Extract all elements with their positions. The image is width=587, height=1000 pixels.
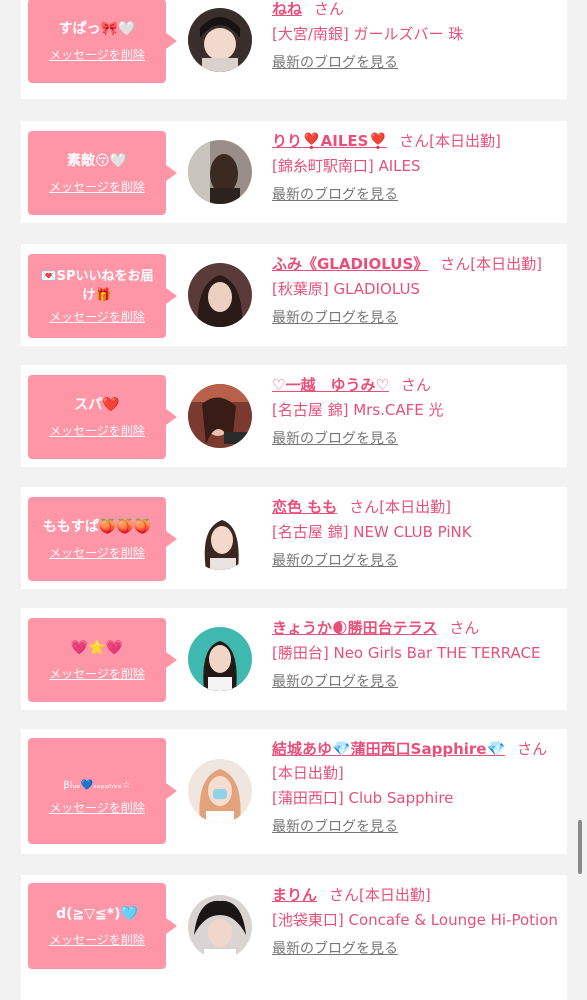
- shop-name: [名古屋 錦] Mrs.CAFE 光: [272, 401, 444, 419]
- honorific: さん: [349, 498, 380, 516]
- shop-name: [秋葉原] GLADIOLUS: [272, 280, 420, 298]
- latest-blog-link[interactable]: 最新のブログを見る: [272, 184, 559, 204]
- shop-name: [大宮/南銀] ガールズバー 珠: [272, 25, 464, 43]
- message-text: 素敵😚🤍: [66, 153, 128, 169]
- latest-blog-link[interactable]: 最新のブログを見る: [272, 428, 559, 448]
- latest-blog-link[interactable]: 最新のブログを見る: [272, 938, 559, 958]
- user-name-link[interactable]: まりん: [272, 886, 317, 904]
- message-bubble: 💌SPいいねをお届け🎁 メッセージを削除: [28, 254, 177, 338]
- user-info: りり❣️AILES❣️ さん[本日出勤] [錦糸町駅南口] AILES 最新のブロ…: [272, 129, 559, 204]
- message-bubble: 💗⭐️💗 メッセージを削除: [28, 618, 177, 702]
- latest-blog-link[interactable]: 最新のブログを見る: [272, 550, 559, 570]
- message-text: 💌SPいいねをお届け🎁: [40, 269, 154, 303]
- attendance-status: [本日出勤]: [272, 764, 344, 782]
- user-name-link[interactable]: ねね: [272, 0, 302, 18]
- user-info: 結城あゆ💎蒲田西口Sapphire💎 さん [本日出勤] [蒲田西口] Club S…: [272, 737, 559, 836]
- message-bubble: スパ❤️ メッセージを削除: [28, 375, 177, 459]
- honorific: さん: [517, 740, 548, 758]
- user-info: ふみ《GLADIOLUS》 さん[本日出勤] [秋葉原] GLADIOLUS 最新…: [272, 252, 559, 327]
- avatar[interactable]: [188, 8, 252, 72]
- attendance-status: [本日出勤]: [429, 132, 501, 150]
- message-text: d(≧▽≦*)🩵: [56, 906, 138, 922]
- user-info: きょうか🌒勝田台テラス さん [勝田台] Neo Girls Bar THE TE…: [272, 616, 559, 691]
- message-text: スパ❤️: [74, 397, 120, 413]
- list-item: 素敵😚🤍 メッセージを削除 りり❣️AILES❣️ さん[本日出勤] [錦糸町駅南…: [21, 121, 567, 223]
- user-name-link[interactable]: ♡一越 ゆうみ♡: [272, 376, 389, 394]
- message-bubble: βlᵤₑ💙ₛₐₚₚₕᵢᵣₑ☆ メッセージを削除: [28, 738, 177, 844]
- user-info: ねね さん [大宮/南銀] ガールズバー 珠 最新のブログを見る: [272, 0, 559, 72]
- avatar[interactable]: [188, 895, 252, 959]
- user-name-link[interactable]: りり❣️AILES❣️: [272, 132, 387, 150]
- honorific: さん: [329, 886, 360, 904]
- delete-message-link[interactable]: メッセージを削除: [49, 46, 145, 63]
- delete-message-link[interactable]: メッセージを削除: [49, 544, 145, 561]
- user-info: まりん さん[本日出勤] [池袋東口] Concafe & Lounge Hi-P…: [272, 883, 559, 958]
- user-name-link[interactable]: ふみ《GLADIOLUS》: [272, 255, 428, 273]
- latest-blog-link[interactable]: 最新のブログを見る: [272, 671, 559, 691]
- honorific: さん: [400, 376, 431, 394]
- delete-message-link[interactable]: メッセージを削除: [49, 931, 145, 948]
- shop-name: [蒲田西口] Club Sapphire: [272, 789, 454, 807]
- delete-message-link[interactable]: メッセージを削除: [49, 422, 145, 439]
- attendance-status: [本日出勤]: [379, 498, 451, 516]
- shop-name: [錦糸町駅南口] AILES: [272, 157, 421, 175]
- avatar[interactable]: [188, 627, 252, 691]
- shop-name: [名古屋 錦] NEW CLUB PiNK: [272, 523, 472, 541]
- delete-message-link[interactable]: メッセージを削除: [49, 665, 145, 682]
- list-item: d(≧▽≦*)🩵 メッセージを削除 まりん さん[本日出勤] [池袋東口] Con…: [21, 875, 567, 1000]
- message-text: すぱっ🎀🤍: [58, 21, 136, 37]
- shop-name: [勝田台] Neo Girls Bar THE TERRACE: [272, 644, 541, 662]
- user-name-link[interactable]: きょうか🌒勝田台テラス: [272, 619, 437, 637]
- latest-blog-link[interactable]: 最新のブログを見る: [272, 307, 559, 327]
- avatar[interactable]: [188, 759, 252, 823]
- honorific: さん: [449, 619, 480, 637]
- honorific: さん: [440, 255, 471, 273]
- message-text: ももすぱ🍑🍑🍑: [42, 519, 152, 535]
- scrollbar[interactable]: [578, 820, 582, 874]
- shop-name: [池袋東口] Concafe & Lounge Hi-Potion: [272, 911, 558, 929]
- attendance-status: [本日出勤]: [470, 255, 543, 273]
- list-item: ももすぱ🍑🍑🍑 メッセージを削除 恋色 もも さん[本日出勤] [名古屋 錦] N…: [21, 487, 567, 589]
- message-bubble: 素敵😚🤍 メッセージを削除: [28, 131, 177, 215]
- honorific: さん: [314, 0, 345, 18]
- avatar[interactable]: [188, 263, 252, 327]
- message-bubble: ももすぱ🍑🍑🍑 メッセージを削除: [28, 497, 177, 581]
- latest-blog-link[interactable]: 最新のブログを見る: [272, 816, 559, 836]
- delete-message-link[interactable]: メッセージを削除: [49, 178, 145, 195]
- attendance-status: [本日出勤]: [359, 886, 431, 904]
- avatar[interactable]: [188, 384, 252, 448]
- user-info: 恋色 もも さん[本日出勤] [名古屋 錦] NEW CLUB PiNK 最新のブ…: [272, 495, 559, 570]
- list-item: βlᵤₑ💙ₛₐₚₚₕᵢᵣₑ☆ メッセージを削除 結城あゆ💎蒲田西口Sapphir…: [21, 729, 567, 854]
- message-text: 💗⭐️💗: [70, 640, 124, 656]
- user-info: ♡一越 ゆうみ♡ さん [名古屋 錦] Mrs.CAFE 光 最新のブログを見る: [272, 373, 559, 448]
- latest-blog-link[interactable]: 最新のブログを見る: [272, 52, 559, 72]
- list-item: スパ❤️ メッセージを削除 ♡一越 ゆうみ♡ さん [名古屋 錦] Mrs.CAF…: [21, 365, 567, 467]
- list-item: 💗⭐️💗 メッセージを削除 きょうか🌒勝田台テラス さん [勝田台] Neo Gi…: [21, 608, 567, 710]
- message-bubble: すぱっ🎀🤍 メッセージを削除: [28, 0, 177, 83]
- delete-message-link[interactable]: メッセージを削除: [49, 308, 145, 325]
- avatar[interactable]: [188, 506, 252, 570]
- user-name-link[interactable]: 結城あゆ💎蒲田西口Sapphire💎: [272, 740, 505, 758]
- delete-message-link[interactable]: メッセージを削除: [49, 799, 145, 816]
- message-bubble: d(≧▽≦*)🩵 メッセージを削除: [28, 883, 177, 969]
- avatar[interactable]: [188, 140, 252, 204]
- list-item: すぱっ🎀🤍 メッセージを削除 ねね さん [大宮/南銀] ガールズバー 珠 最新の…: [21, 0, 567, 99]
- list-item: 💌SPいいねをお届け🎁 メッセージを削除 ふみ《GLADIOLUS》 さん[本日出…: [21, 244, 567, 346]
- message-text: βlᵤₑ💙ₛₐₚₚₕᵢᵣₑ☆: [63, 779, 131, 791]
- honorific: さん: [399, 132, 430, 150]
- user-name-link[interactable]: 恋色 もも: [272, 498, 337, 516]
